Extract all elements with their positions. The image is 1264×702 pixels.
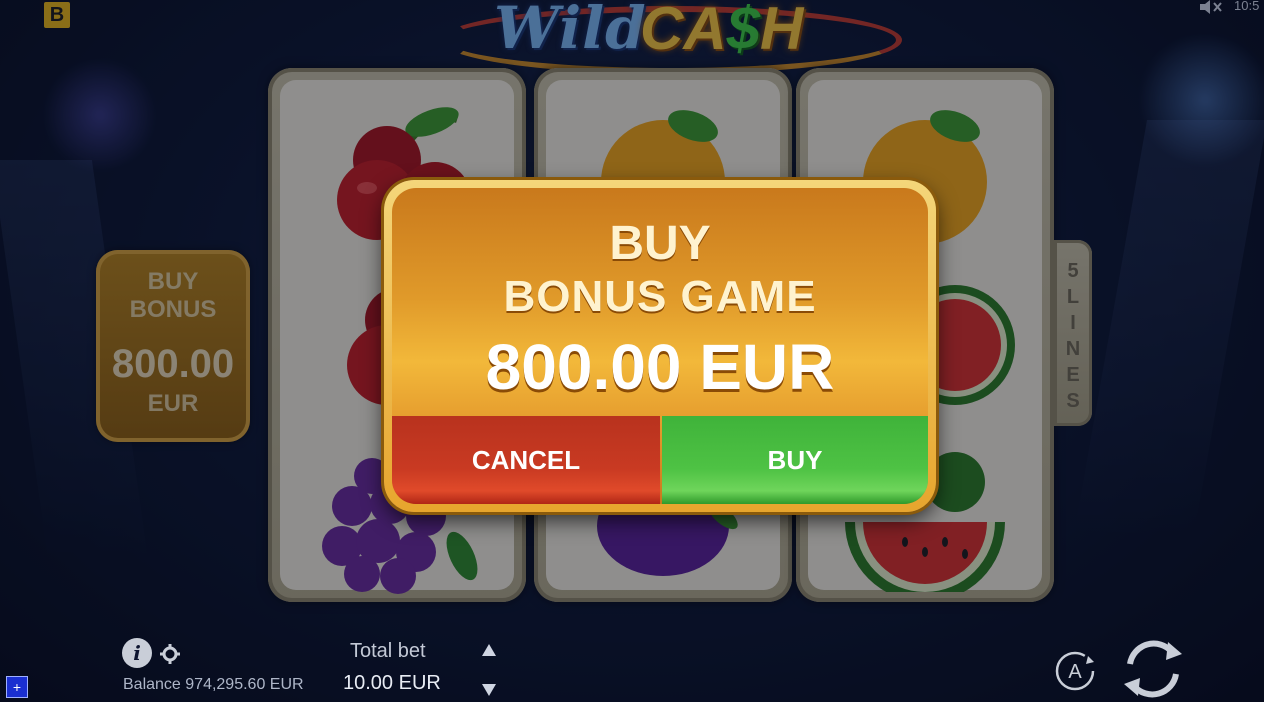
info-icon[interactable]: i: [122, 638, 152, 668]
plus-icon[interactable]: +: [6, 676, 28, 698]
svg-text:A: A: [1068, 661, 1082, 683]
spin-icon[interactable]: [1118, 636, 1188, 702]
dialog-title-line2: BONUS GAME: [503, 272, 817, 321]
total-bet-label: Total bet: [350, 640, 426, 662]
dialog-price: 800.00 EUR: [485, 331, 835, 403]
gear-icon[interactable]: [160, 644, 180, 664]
arrow-down-icon[interactable]: [480, 682, 498, 698]
buy-button[interactable]: BUY: [662, 416, 928, 504]
autoplay-icon[interactable]: A: [1052, 648, 1098, 694]
balance-text: Balance 974,295.60 EUR: [123, 676, 304, 693]
total-bet-value: 10.00 EUR: [343, 672, 441, 694]
dialog-title-line1: BUY: [609, 217, 711, 270]
buy-bonus-dialog: BUY BONUS GAME 800.00 EUR CANCEL BUY: [384, 180, 936, 512]
arrow-up-icon[interactable]: [480, 642, 498, 658]
cancel-button[interactable]: CANCEL: [392, 416, 660, 504]
